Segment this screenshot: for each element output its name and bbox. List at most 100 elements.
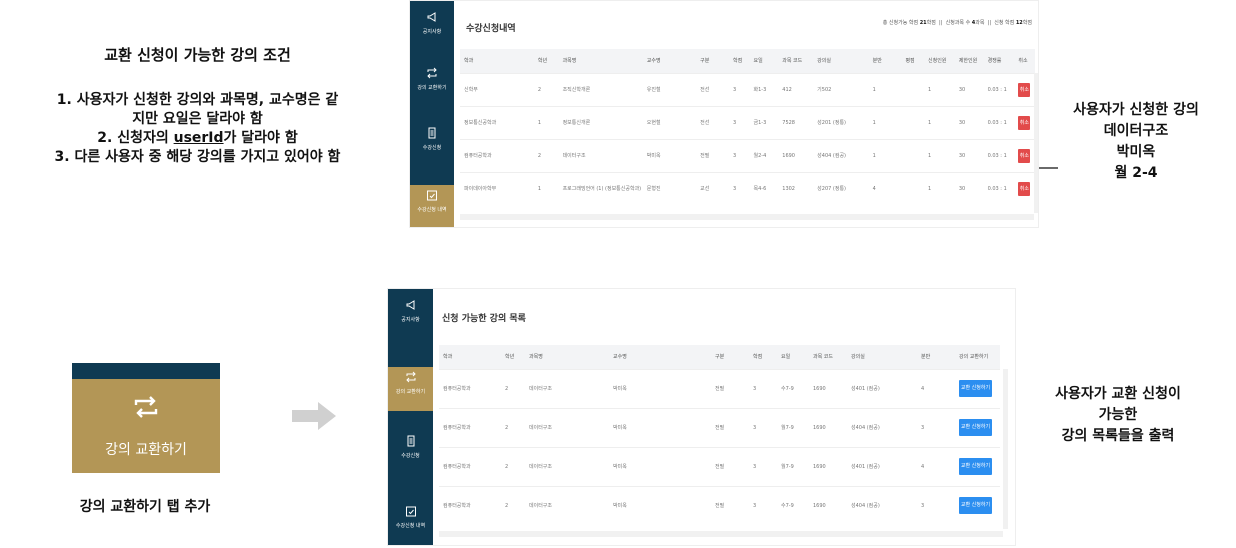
course-count-label: 신청과목 수 — [945, 20, 971, 26]
megaphone-icon — [427, 12, 436, 22]
main-content: 수강신청내역 총 신청가능 학점 21학점 || 신청과목 수 4과목 || 신… — [454, 1, 1038, 227]
exchange-request-button[interactable]: 교환 신청하기 — [959, 458, 992, 475]
table-row: 정보통신공학과 1 정보통신개론 오현철 전선 3 금1-3 7528 성201 (정통) 1 1 3… — [460, 105, 1035, 139]
table-cell: 1690 — [809, 368, 847, 408]
table-header: 학과 학년 과목명 교수명 구분 학점 요일 과목 코드 강의실 분반 평점 신청인원 제한인원 경쟁률 취… — [460, 49, 1035, 73]
sidebar-item-exchange[interactable]: 강의 교환하기 — [388, 367, 433, 411]
cancel-button[interactable]: 취소 — [1018, 181, 1031, 196]
cancel-button[interactable]: 취소 — [1018, 115, 1031, 130]
sidebar-item-enroll[interactable]: 수강신청 — [388, 435, 433, 459]
table-cell: 1690 — [809, 446, 847, 486]
sidebar: 공지사항 강의 교환하기 수강신청 수강신청 내역 — [388, 289, 433, 545]
swap-icon — [134, 396, 158, 418]
table-cell: 전필 — [711, 446, 749, 486]
table-cell: 수7-9 — [777, 485, 809, 525]
table-cell: 데이터구조 — [525, 446, 609, 486]
column-header: 학점 — [749, 345, 777, 369]
vertical-scrollbar[interactable] — [1003, 369, 1008, 529]
note2-line: 가능한 — [1098, 407, 1138, 423]
table-cell: 3 — [728, 171, 750, 205]
table-cell: 2 — [501, 446, 525, 486]
table-cell: 박미옥 — [609, 407, 711, 447]
column-header: 강의 교환하기 — [955, 345, 1000, 369]
table-cell: 월7-9 — [777, 407, 809, 447]
table-cell: 4 — [917, 446, 955, 486]
column-header: 교수명 — [642, 49, 697, 73]
table-cell: 오현철 — [642, 105, 697, 139]
table-cell: 30 — [954, 171, 984, 205]
credit-summary: 총 신청가능 학점 21학점 || 신청과목 수 4과목 || 신청 학점 12… — [883, 19, 1032, 26]
note1-line: 월 2-4 — [1114, 165, 1158, 181]
table-row: 컴퓨터공학과 2 데이터구조 박미옥 전필 3 월2-4 1690 성404 (컴공) 1 1 30 0… — [460, 138, 1035, 172]
sidebar-item-history[interactable]: 수강신청 내역 — [410, 185, 454, 227]
column-header: 학점 — [728, 49, 750, 73]
table-cell: 2 — [533, 138, 559, 172]
column-header: 강의실 — [813, 49, 869, 73]
table-cell: 컴퓨터공학과 — [460, 138, 534, 172]
cancel-button[interactable]: 취소 — [1018, 148, 1031, 163]
condition-2-post: 가 달라야 함 — [223, 130, 298, 146]
table-cell: 3 — [749, 485, 777, 525]
table-cell: 박미옥 — [642, 138, 697, 172]
table-cell: 3 — [728, 105, 750, 139]
sidebar-label: 공지사항 — [422, 29, 442, 35]
tab-caption: 강의 교환하기 탭 추가 — [79, 499, 211, 515]
table-cell: 교선 — [696, 171, 729, 205]
table-cell: 데이터구조 — [525, 407, 609, 447]
column-header: 과목명 — [558, 49, 643, 73]
table-cell — [901, 72, 925, 106]
table-cell — [901, 138, 925, 172]
table-cell: 유진철 — [642, 72, 697, 106]
sidebar-label: 강의 교환하기 — [395, 389, 426, 395]
horizontal-scrollbar[interactable] — [439, 531, 1003, 537]
column-header: 구분 — [711, 345, 749, 369]
conditions-panel: 교환 신청이 가능한 강의 조건 1. 사용자가 신청한 강의와 과목명, 교수… — [0, 44, 395, 167]
max-credits-unit: 학점 — [926, 20, 936, 26]
table-cell — [901, 171, 925, 205]
sidebar-label: 수강신청 내역 — [417, 207, 447, 213]
sidebar-label: 강의 교환하기 — [417, 85, 447, 91]
cancel-button[interactable]: 취소 — [1018, 82, 1031, 97]
column-header: 학과 — [460, 49, 534, 73]
table-cell — [901, 105, 925, 139]
table-cell: 컴퓨터공학과 — [439, 446, 501, 486]
table-cell: 박미옥 — [609, 446, 711, 486]
table-cell: 박미옥 — [609, 368, 711, 408]
sidebar-item-notice[interactable]: 공지사항 — [410, 11, 454, 35]
table-cell: 성207 (정통) — [813, 171, 869, 205]
sidebar-item-enroll[interactable]: 수강신청 — [410, 127, 454, 151]
table-cell: 컴퓨터공학과 — [439, 407, 501, 447]
table-cell: 1690 — [809, 407, 847, 447]
sidebar-item-history[interactable]: 수강신청 내역 — [388, 505, 433, 529]
separator: || — [987, 20, 992, 26]
table-cell: 2 — [501, 485, 525, 525]
note-selected-course: 사용자가 신청한 강의 데이터구조 박미옥 월 2-4 — [1048, 100, 1224, 184]
horizontal-scrollbar[interactable] — [460, 214, 1034, 220]
exchange-request-button[interactable]: 교환 신청하기 — [959, 380, 992, 397]
exchange-request-button[interactable]: 교환 신청하기 — [959, 497, 992, 515]
table-cell: 컴퓨터공학과 — [439, 485, 501, 525]
table-cell: 전선 — [696, 72, 729, 106]
sidebar-item-notice[interactable]: 공지사항 — [388, 299, 433, 323]
vertical-scrollbar[interactable] — [1034, 73, 1038, 213]
table-cell: 1 — [924, 72, 955, 106]
table-cell: 전필 — [711, 368, 749, 408]
table-cell: 데이터구조 — [525, 368, 609, 408]
table-row: 컴퓨터공학과 2 데이터구조 박미옥 전필 3 수7-9 1690 성404 (컴공) 3 교환 신… — [439, 485, 1000, 525]
exchange-request-button[interactable]: 교환 신청하기 — [959, 419, 992, 436]
table-cell: 412 — [778, 72, 814, 106]
table-cell: 1 — [868, 72, 902, 106]
column-header: 제한인원 — [954, 49, 984, 73]
condition-1b: 지만 요일은 달라야 함 — [132, 111, 263, 127]
condition-1a: 1. 사용자가 신청한 강의와 과목명, 교수명은 같 — [56, 92, 339, 108]
course-count-unit: 과목 — [975, 20, 985, 26]
table-cell: 데이터구조 — [558, 138, 643, 172]
enrollment-history-screen: 공지사항 강의 교환하기 수강신청 수강신청 내역 수강신청내역 총 신청가능 … — [409, 0, 1039, 228]
table-cell: 파이데이아학부 — [460, 171, 534, 205]
table-cell: 3 — [749, 368, 777, 408]
exchange-tab-highlight: 강의 교환하기 — [72, 379, 220, 473]
table-cell: 1 — [868, 138, 902, 172]
table-cell: 성201 (정통) — [813, 105, 869, 139]
sidebar-item-exchange[interactable]: 강의 교환하기 — [410, 67, 454, 91]
table-cell: 4 — [917, 368, 955, 408]
